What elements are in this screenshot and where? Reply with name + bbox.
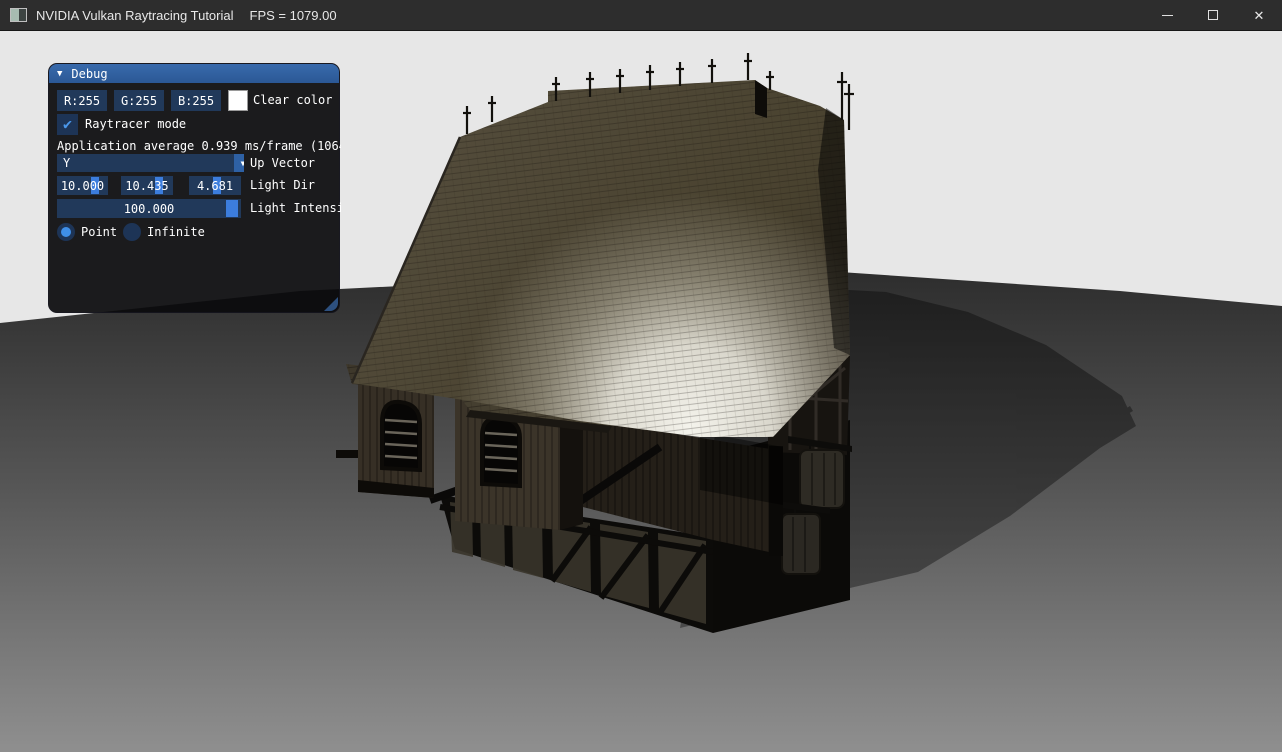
up-vector-combo[interactable]: Y ▼ [57, 154, 244, 172]
maximize-button[interactable] [1190, 0, 1236, 31]
chevron-down-icon: ▼ [241, 159, 244, 168]
point-light-radio[interactable] [57, 223, 75, 241]
panel-title: Debug [71, 67, 107, 81]
radio-selected-dot [61, 227, 71, 237]
up-vector-row: Y ▼ Up Vector [49, 154, 339, 172]
raytracer-mode-checkbox[interactable]: ✔ [57, 114, 78, 135]
light-dir-row: 10.000 10.435 4.681 Light Dir [49, 176, 339, 195]
stats-row: Application average 0.939 ms/frame (1064 [49, 139, 339, 153]
raytracer-mode-row: ✔ Raytracer mode [49, 114, 339, 135]
lantern [800, 450, 844, 508]
minimize-button[interactable] [1144, 0, 1190, 31]
debug-panel[interactable]: ▼ Debug R:255 G:255 B:255 Clear color ✔ … [48, 63, 340, 313]
raytracer-mode-label: Raytracer mode [85, 114, 186, 135]
app-icon [10, 8, 27, 22]
frame-stats-text: Application average 0.939 ms/frame (1064 [57, 139, 341, 153]
close-icon: ✕ [1254, 9, 1265, 22]
color-swatch[interactable] [228, 90, 248, 111]
blue-value-button[interactable]: B:255 [171, 90, 221, 111]
light-dir-y-slider[interactable]: 10.435 [121, 176, 173, 195]
arched-window [382, 402, 420, 470]
light-dir-x-slider[interactable]: 10.000 [57, 176, 108, 195]
light-dir-label: Light Dir [250, 176, 315, 195]
up-vector-value: Y [63, 156, 70, 170]
light-intensity-label: Light Intensity [250, 199, 341, 218]
combo-arrow-button[interactable]: ▼ [234, 154, 244, 172]
light-intensity-slider[interactable]: 100.000 [57, 199, 241, 218]
lantern [782, 514, 820, 574]
up-vector-label: Up Vector [250, 154, 315, 172]
window-title: NVIDIA Vulkan Raytracing Tutorial [36, 8, 234, 23]
close-button[interactable]: ✕ [1236, 0, 1282, 31]
check-icon: ✔ [63, 115, 72, 133]
collapse-arrow-icon[interactable]: ▼ [57, 69, 62, 79]
debug-panel-titlebar[interactable]: ▼ Debug [49, 64, 339, 83]
red-value-button[interactable]: R:255 [57, 90, 107, 111]
window-titlebar[interactable]: NVIDIA Vulkan Raytracing Tutorial FPS = … [0, 0, 1282, 31]
light-intensity-row: 100.000 Light Intensity [49, 199, 339, 218]
fps-counter: FPS = 1079.00 [250, 8, 337, 23]
light-dir-z-slider[interactable]: 4.681 [189, 176, 241, 195]
infinite-light-label: Infinite [147, 222, 205, 242]
resize-grip[interactable] [324, 297, 338, 311]
clear-color-label: Clear color [253, 90, 332, 111]
slider-grab[interactable] [226, 200, 238, 217]
green-value-button[interactable]: G:255 [114, 90, 164, 111]
clear-color-row: R:255 G:255 B:255 Clear color [49, 90, 339, 111]
minimize-icon [1162, 15, 1173, 16]
point-light-label: Point [81, 222, 117, 242]
maximize-icon [1208, 10, 1218, 20]
arched-window [482, 418, 520, 486]
light-type-row: Point Infinite [49, 222, 339, 243]
infinite-light-radio[interactable] [123, 223, 141, 241]
